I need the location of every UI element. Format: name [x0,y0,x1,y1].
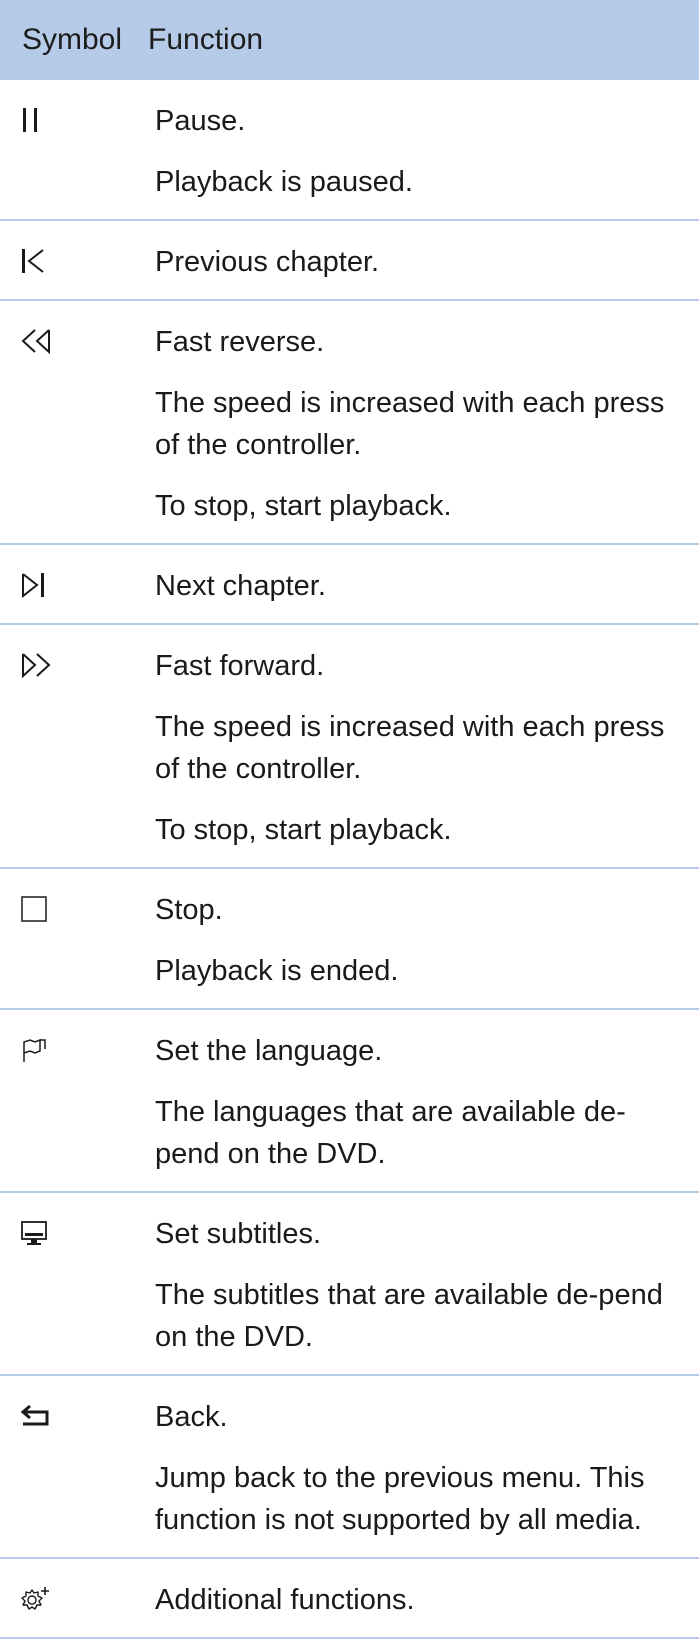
row-title: Set the language. [155,1035,383,1067]
row-title: Previous chapter. [155,246,380,278]
table-row: Set subtitles. The subtitles that are av… [0,1193,699,1376]
subtitles-icon [0,1213,155,1253]
row-title: Back. [155,1401,228,1433]
row-title: Additional functions. [155,1584,415,1616]
row-description: Playback is paused. [155,166,413,198]
table-row: Stop. Playback is ended. [0,869,699,1010]
table-row: Pause. Playback is paused. [0,80,699,221]
table-row: Back. Jump back to the previous menu. Th… [0,1376,699,1559]
table-row: Additional functions. [0,1559,699,1639]
row-title: Pause. [155,105,246,137]
table-row: Previous chapter. [0,221,699,301]
row-title: Set subtitles. [155,1218,322,1250]
language-icon [0,1030,155,1070]
header-symbol: Symbol [22,23,123,56]
fast-reverse-icon [0,321,155,361]
row-description: Jump back to the previous menu. This fun… [155,1462,645,1536]
previous-chapter-icon [0,241,155,281]
back-arrow-icon [0,1396,155,1436]
table-row: Next chapter. [0,545,699,625]
row-title: Next chapter. [155,570,326,602]
row-description: The languages that are available de-pend… [155,1096,626,1170]
row-description: To stop, start playback. [155,490,452,522]
table-row: Set the language. The languages that are… [0,1010,699,1193]
pause-icon [0,100,155,140]
row-description: To stop, start playback. [155,814,452,846]
header-function: Function [148,23,264,56]
fast-forward-icon [0,645,155,685]
row-description: Playback is ended. [155,955,399,987]
row-title: Stop. [155,894,223,926]
table-header: Symbol Function [0,0,699,80]
row-description: The subtitles that are available de-pend… [155,1279,663,1353]
symbol-function-table: Symbol Function Pause. Playback is pause… [0,0,699,1639]
table-row: Fast forward. The speed is increased wit… [0,625,699,869]
row-description: The speed is increased with each press o… [155,711,665,785]
row-description: The speed is increased with each press o… [155,387,665,461]
next-chapter-icon [0,565,155,605]
stop-icon [0,889,155,929]
table-row: Fast reverse. The speed is increased wit… [0,301,699,545]
row-title: Fast reverse. [155,326,325,358]
row-title: Fast forward. [155,650,325,682]
additional-functions-icon [0,1579,155,1619]
